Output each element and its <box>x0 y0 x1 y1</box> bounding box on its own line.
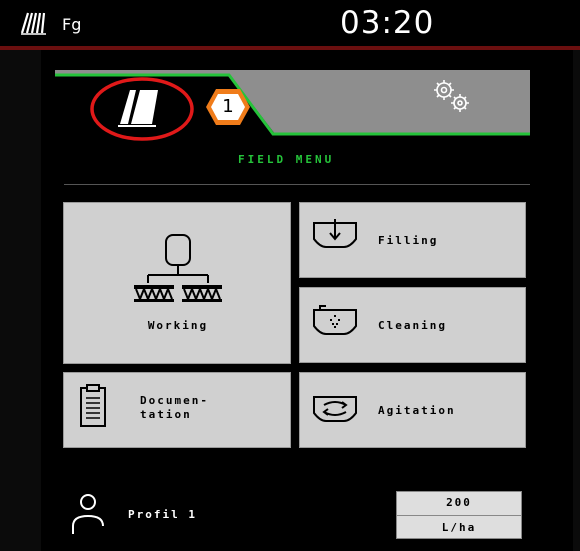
tab-field[interactable] <box>90 76 200 142</box>
tab-settings[interactable] <box>420 76 490 116</box>
working-label: Working <box>147 319 209 332</box>
sprayer-icon <box>134 234 222 302</box>
callout-badge: 1 <box>204 87 252 127</box>
gears-icon <box>434 80 469 112</box>
highlight-ellipse <box>90 77 194 141</box>
documentation-button[interactable]: Documen- tation <box>63 372 291 448</box>
documentation-label-line2: tation <box>140 408 192 421</box>
tank-fill-icon <box>313 219 357 248</box>
tab-bar <box>55 70 530 136</box>
menu-divider <box>64 184 530 185</box>
tank-clean-icon <box>313 305 357 335</box>
cleaning-label: Cleaning <box>378 319 447 332</box>
clipboard-icon <box>80 384 106 427</box>
working-button[interactable]: Working <box>63 202 291 364</box>
callout-number: 1 <box>222 96 234 117</box>
rate-separator <box>397 515 521 516</box>
user-icon[interactable] <box>70 492 106 536</box>
profile-label[interactable]: Profil 1 <box>128 508 197 521</box>
filling-label: Filling <box>378 234 439 247</box>
agitation-button[interactable]: Agitation <box>299 372 526 448</box>
menu-title: FIELD MENU <box>238 153 335 166</box>
application-rate-display[interactable]: 200 L/ha <box>396 491 522 539</box>
agitation-label: Agitation <box>378 404 456 417</box>
cleaning-button[interactable]: Cleaning <box>299 287 526 363</box>
rate-value: 200 <box>446 496 472 509</box>
tank-agitate-icon <box>313 396 357 422</box>
filling-button[interactable]: Filling <box>299 202 526 278</box>
rate-unit: L/ha <box>441 521 477 534</box>
documentation-label-line1: Documen- <box>140 394 209 407</box>
